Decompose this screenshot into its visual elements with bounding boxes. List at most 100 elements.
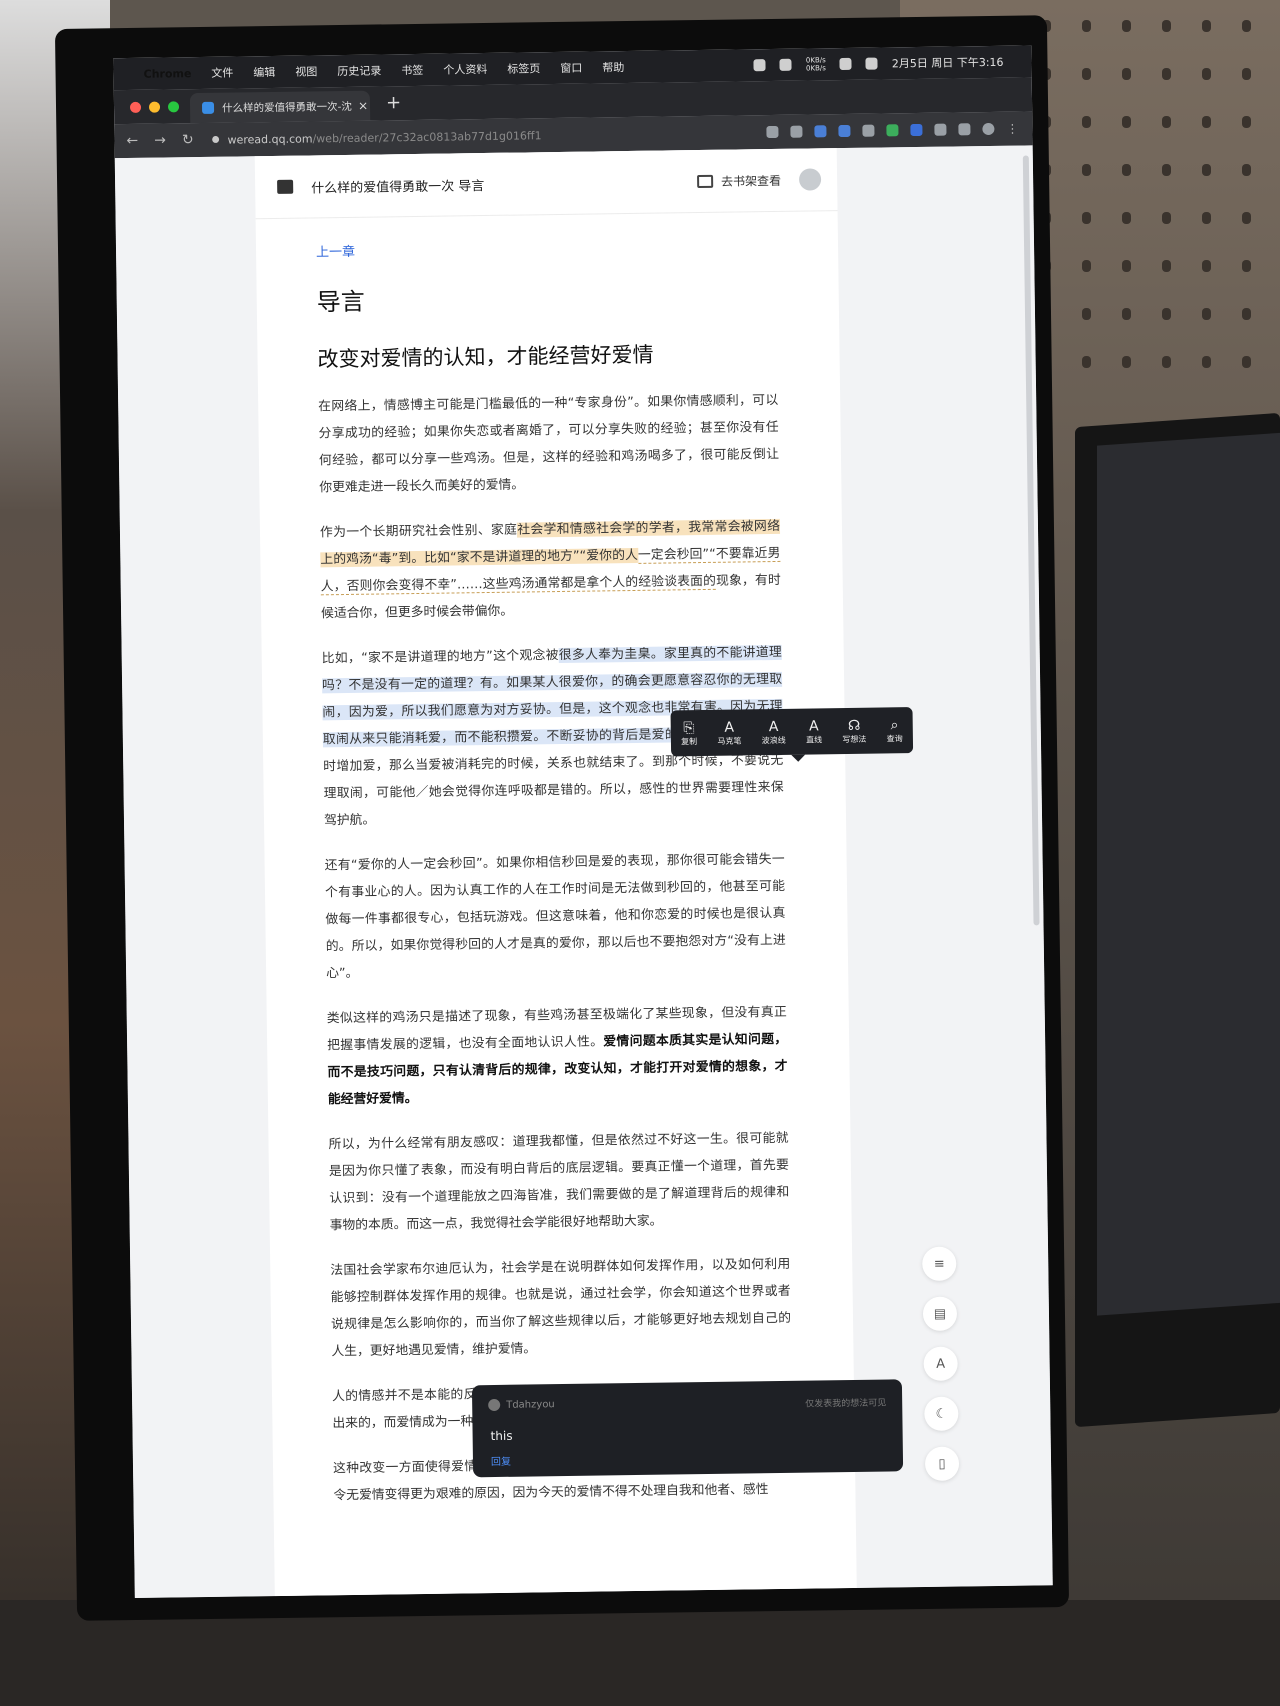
font-button[interactable]: A bbox=[923, 1346, 958, 1382]
forward-icon[interactable]: → bbox=[154, 132, 166, 148]
extension-icon[interactable] bbox=[838, 124, 851, 138]
wavy-line-icon: A bbox=[768, 718, 779, 735]
paragraph[interactable]: 在网络上，情感博主可能是门槛最低的一种“专家身份”。如果你情感顺利，可以分享成功… bbox=[318, 387, 779, 501]
bookmark-star-icon[interactable] bbox=[790, 125, 803, 138]
menu-edit[interactable]: 编辑 bbox=[253, 64, 275, 80]
device-button[interactable]: ▯ bbox=[924, 1446, 960, 1481]
paragraph-text: 比如，“家不是讲道理的地方”这个观念被 bbox=[321, 648, 559, 667]
pegboard-hole bbox=[1082, 68, 1091, 80]
status-area: 0KB/s 0KB/s 2月5日 周日 下午3:16 bbox=[753, 54, 1004, 73]
back-icon[interactable]: ← bbox=[126, 133, 138, 149]
menu-window[interactable]: 窗口 bbox=[560, 60, 582, 76]
pegboard-hole bbox=[1122, 356, 1131, 368]
control-center-icon[interactable] bbox=[865, 57, 878, 70]
catalog-icon[interactable] bbox=[277, 179, 294, 194]
copy-button[interactable]: ⎘ 复制 bbox=[681, 720, 697, 747]
status-icon[interactable] bbox=[779, 58, 793, 71]
straight-line-button[interactable]: A 直线 bbox=[806, 718, 822, 745]
window-controls bbox=[129, 101, 180, 113]
status-icon[interactable] bbox=[753, 59, 767, 72]
prev-chapter-link[interactable]: 上一章 bbox=[316, 235, 776, 261]
pegboard-hole bbox=[1122, 164, 1131, 176]
reload-icon[interactable]: ↻ bbox=[182, 132, 194, 148]
paragraph[interactable]: 所以，为什么经常有朋友感叹：道理我都懂，但是依然过不好这一生。很可能就是因为你只… bbox=[328, 1125, 789, 1239]
paragraph[interactable]: 还有“爱你的人一定会秒回”。如果你相信秒回是爱的表现，那你很可能会错失一个有事业… bbox=[324, 846, 786, 987]
pegboard-hole bbox=[1082, 212, 1091, 224]
pegboard-hole bbox=[1202, 260, 1211, 272]
menu-tabs[interactable]: 标签页 bbox=[507, 60, 540, 76]
catalog-button[interactable]: ≡ bbox=[922, 1246, 957, 1282]
monitor-screen: Chrome 文件 编辑 视图 历史记录 书签 个人资料 标签页 窗口 帮助 0… bbox=[113, 45, 1053, 1599]
marker-button[interactable]: A 马克笔 bbox=[717, 719, 741, 746]
pegboard-hole bbox=[1122, 20, 1131, 32]
menu-file[interactable]: 文件 bbox=[211, 65, 233, 81]
page-scrollbar[interactable] bbox=[1022, 155, 1040, 926]
pegboard-hole bbox=[1122, 212, 1131, 224]
tab-title: 什么样的爱值得勇敢一次-沈奕斐 bbox=[221, 100, 353, 115]
close-tab-icon[interactable]: × bbox=[358, 99, 368, 113]
menu-help[interactable]: 帮助 bbox=[602, 59, 624, 75]
sidepanel-icon[interactable] bbox=[958, 123, 971, 136]
more-menu-icon[interactable]: ⋮ bbox=[1006, 122, 1018, 136]
popup-message: this bbox=[490, 1428, 513, 1444]
maximize-window-icon[interactable] bbox=[167, 101, 180, 113]
menu-view[interactable]: 视图 bbox=[295, 63, 317, 79]
lookup-button[interactable]: ⌕ 查询 bbox=[886, 717, 903, 744]
url-bar[interactable]: ● weread.qq.com/web/reader/27c32ac0813ab… bbox=[212, 123, 542, 152]
pegboard-hole bbox=[1242, 116, 1251, 128]
popup-visibility-hint: 仅发表我的想法可见 bbox=[805, 1398, 887, 1410]
extension-icon[interactable] bbox=[814, 125, 827, 138]
tab-weread[interactable]: 什么样的爱值得勇敢一次-沈奕斐 × bbox=[189, 90, 371, 124]
wavy-line-button[interactable]: A 波浪线 bbox=[761, 718, 786, 745]
menubar-clock[interactable]: 2月5日 周日 下午3:16 bbox=[892, 54, 1004, 72]
paragraph[interactable]: 类似这样的鸡汤只是描述了现象，有些鸡汤甚至极端化了某些现象，但没有真正把握事情发… bbox=[327, 999, 788, 1113]
pegboard-hole bbox=[1122, 116, 1131, 128]
pegboard-hole bbox=[1162, 20, 1171, 32]
write-thought-label: 写想法 bbox=[842, 734, 867, 744]
extension-bar: ⋮ bbox=[766, 122, 1019, 140]
write-thought-button[interactable]: ☊ 写想法 bbox=[842, 717, 866, 744]
section-title: 改变对爱情的认知，才能经营好爱情 bbox=[317, 342, 654, 372]
pegboard-hole bbox=[1082, 356, 1091, 368]
url-host: weread.qq.com bbox=[227, 131, 313, 147]
reply-link[interactable]: 回复 bbox=[491, 1453, 511, 1468]
pegboard-hole bbox=[1082, 116, 1091, 128]
pegboard-hole bbox=[1242, 260, 1251, 272]
pegboard-hole bbox=[1202, 356, 1211, 368]
user-avatar bbox=[488, 1398, 501, 1412]
extension-icon[interactable] bbox=[910, 123, 923, 137]
menu-profile[interactable]: 个人资料 bbox=[443, 61, 487, 78]
secondary-monitor-screen bbox=[1097, 432, 1280, 1316]
extension-icon[interactable] bbox=[886, 124, 899, 137]
weread-favicon-icon bbox=[201, 101, 215, 114]
weread-page: 什么样的爱值得勇敢一次 导言 去书架查看 上一章 导言 改变对爱情的认知，才能经… bbox=[114, 145, 1053, 1599]
share-icon[interactable] bbox=[766, 125, 779, 139]
reader-column: 什么样的爱值得勇敢一次 导言 去书架查看 上一章 导言 改变对爱情的认知，才能经… bbox=[254, 148, 914, 1597]
menu-bookmarks[interactable]: 书签 bbox=[401, 62, 423, 78]
notes-button[interactable]: ▤ bbox=[922, 1296, 958, 1332]
paragraph[interactable]: 法国社会学家布尔迪厄认为，社会学是在说明群体如何发挥作用，以及如何利用能够控制群… bbox=[330, 1251, 791, 1365]
pegboard-hole bbox=[1082, 164, 1091, 176]
pegboard-hole bbox=[1162, 212, 1171, 224]
pegboard-hole bbox=[1202, 68, 1211, 80]
menu-history[interactable]: 历史记录 bbox=[337, 62, 381, 79]
wifi-icon[interactable] bbox=[839, 57, 852, 71]
extension-icon[interactable] bbox=[862, 124, 875, 137]
profile-avatar-icon[interactable] bbox=[982, 122, 995, 136]
paragraph[interactable]: 作为一个长期研究社会性别、家庭社会学和情感社会学的学者，我常常会被网络上的鸡汤“… bbox=[320, 513, 781, 627]
new-tab-button[interactable]: + bbox=[386, 92, 401, 113]
lock-icon[interactable]: ● bbox=[212, 135, 220, 145]
minimize-window-icon[interactable] bbox=[148, 101, 161, 113]
close-window-icon[interactable] bbox=[129, 101, 142, 113]
puzzle-icon[interactable] bbox=[934, 123, 947, 136]
menu-app-name[interactable]: Chrome bbox=[143, 67, 191, 81]
shelf-link[interactable]: 去书架查看 bbox=[697, 171, 781, 189]
dark-mode-button[interactable]: ☾ bbox=[924, 1396, 959, 1431]
popup-username: Tdahzyou bbox=[506, 1398, 555, 1411]
pegboard-hole bbox=[1242, 212, 1251, 224]
lookup-label: 查询 bbox=[886, 733, 903, 743]
pegboard-hole bbox=[1122, 260, 1131, 272]
pegboard-hole bbox=[1242, 164, 1251, 176]
secondary-monitor bbox=[1075, 412, 1280, 1428]
avatar[interactable] bbox=[798, 168, 822, 191]
